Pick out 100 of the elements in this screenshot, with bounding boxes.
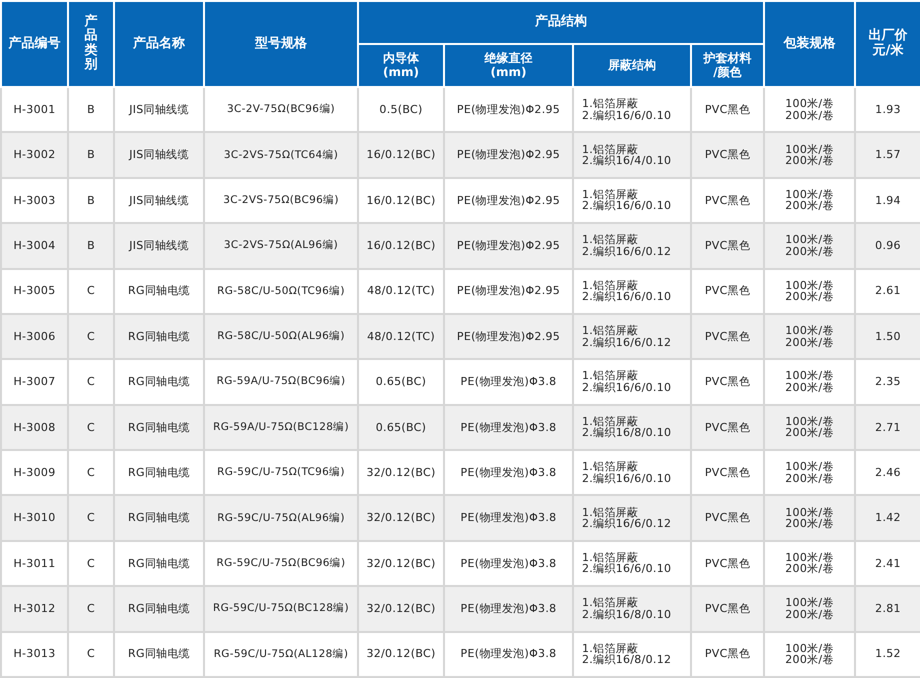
table-cell: PVC黑色 bbox=[691, 404, 764, 450]
table-cell: RG同轴电缆 bbox=[114, 540, 204, 586]
table-cell: H-3010 bbox=[1, 495, 68, 541]
table-cell: H-3011 bbox=[1, 540, 68, 586]
table-cell: RG同轴电缆 bbox=[114, 586, 204, 632]
cell-line: 100米/卷 bbox=[785, 597, 834, 609]
table-cell: C bbox=[68, 632, 114, 677]
table-cell: C bbox=[68, 540, 114, 586]
cell-line: 2.编织16/8/0.10 bbox=[582, 608, 672, 620]
column-header: (mm) bbox=[383, 66, 419, 80]
table-cell: 16/0.12(BC) bbox=[358, 223, 444, 268]
table-cell: RG-58C/U-50Ω(TC96编) bbox=[204, 268, 358, 314]
table-cell: JIS同轴线缆 bbox=[114, 87, 204, 132]
cell-line: 200米/卷 bbox=[785, 200, 834, 212]
cell-line: 1.铝箔屏蔽 bbox=[582, 144, 638, 156]
cell-line: 100米/卷 bbox=[785, 280, 834, 292]
table-cell: H-3013 bbox=[1, 632, 68, 677]
cell-line: 1.铝箔屏蔽 bbox=[582, 506, 638, 518]
table-cell: PE(物理发泡)Φ3.8 bbox=[444, 404, 573, 450]
table-cell: PVC黑色 bbox=[691, 540, 764, 586]
cell-line: 2.编织16/8/0.10 bbox=[582, 427, 672, 439]
table-cell: PE(物理发泡)Φ3.8 bbox=[444, 495, 573, 541]
cell-line: 1.铝箔屏蔽 bbox=[582, 234, 638, 246]
cell-line: 1.铝箔屏蔽 bbox=[582, 370, 638, 382]
table-cell: H-3008 bbox=[1, 404, 68, 450]
table-cell: PVC黑色 bbox=[691, 314, 764, 360]
table-cell: PVC黑色 bbox=[691, 87, 764, 132]
table-cell: H-3006 bbox=[1, 314, 68, 360]
cell-line: 1.铝箔屏蔽 bbox=[582, 280, 638, 292]
table-cell: 1.57 bbox=[855, 132, 920, 178]
cell-line: 2.编织16/8/0.12 bbox=[582, 654, 672, 666]
table-cell: 2.41 bbox=[855, 540, 920, 586]
table-cell: RG同轴电缆 bbox=[114, 632, 204, 677]
table-cell: 3C-2VS-75Ω(BC96编) bbox=[204, 178, 358, 224]
table-cell: 16/0.12(BC) bbox=[358, 132, 444, 178]
table-cell: JIS同轴线缆 bbox=[114, 223, 204, 268]
table-cell: PVC黑色 bbox=[691, 132, 764, 178]
table-cell: PVC黑色 bbox=[691, 223, 764, 268]
column-header: 元/米 bbox=[872, 44, 904, 59]
table-cell: H-3012 bbox=[1, 586, 68, 632]
table-cell: 32/0.12(BC) bbox=[358, 450, 444, 496]
table-cell: 1.52 bbox=[855, 632, 920, 677]
column-header: 产品类别 bbox=[68, 1, 114, 87]
table-cell: 0.96 bbox=[855, 223, 920, 268]
column-header: 内导体 bbox=[383, 52, 419, 66]
table-cell: 3C-2VS-75Ω(TC64编) bbox=[204, 132, 358, 178]
table-cell: RG同轴电缆 bbox=[114, 450, 204, 496]
table-cell: 1.50 bbox=[855, 314, 920, 360]
table-cell: RG-59C/U-75Ω(AL96编) bbox=[204, 495, 358, 541]
table-cell: PE(物理发泡)Φ2.95 bbox=[444, 87, 573, 132]
column-header: 包装规格 bbox=[764, 1, 855, 87]
table-cell: B bbox=[68, 223, 114, 268]
cell-line: 100米/卷 bbox=[785, 144, 834, 156]
table-cell: C bbox=[68, 495, 114, 541]
column-header: 产品名称 bbox=[114, 1, 204, 87]
table-cell: 1.42 bbox=[855, 495, 920, 541]
column-header: 型号规格 bbox=[204, 1, 358, 87]
table-cell: C bbox=[68, 450, 114, 496]
cell-line: 2.编织16/6/0.12 bbox=[582, 518, 672, 530]
cell-line: 100米/卷 bbox=[785, 188, 834, 200]
table-cell: RG同轴电缆 bbox=[114, 404, 204, 450]
table-cell: C bbox=[68, 314, 114, 360]
table-cell: 32/0.12(BC) bbox=[358, 540, 444, 586]
table-cell: 0.65(BC) bbox=[358, 404, 444, 450]
cell-line: 100米/卷 bbox=[785, 416, 834, 428]
column-header: 绝缘直径 bbox=[484, 52, 532, 66]
cell-line: 200米/卷 bbox=[785, 246, 834, 258]
table-cell: 32/0.12(BC) bbox=[358, 586, 444, 632]
table-cell: 16/0.12(BC) bbox=[358, 178, 444, 224]
table-cell: C bbox=[68, 404, 114, 450]
table-cell: H-3001 bbox=[1, 87, 68, 132]
cell-line: 1.铝箔屏蔽 bbox=[582, 325, 638, 337]
table-cell: RG-58C/U-50Ω(AL96编) bbox=[204, 314, 358, 360]
cell-line: 100米/卷 bbox=[785, 325, 834, 337]
table-cell: 0.5(BC) bbox=[358, 87, 444, 132]
table-cell: PVC黑色 bbox=[691, 359, 764, 405]
cell-line: 200米/卷 bbox=[785, 291, 834, 303]
cell-line: 2.编织16/4/0.10 bbox=[582, 155, 672, 167]
table-cell: PE(物理发泡)Φ2.95 bbox=[444, 268, 573, 314]
table-cell: 2.61 bbox=[855, 268, 920, 314]
cell-line: 1.铝箔屏蔽 bbox=[582, 188, 638, 200]
table-cell: PE(物理发泡)Φ2.95 bbox=[444, 223, 573, 268]
table-cell: PE(物理发泡)Φ3.8 bbox=[444, 359, 573, 405]
cell-line: 2.编织16/6/0.10 bbox=[582, 472, 672, 484]
cell-line: 200米/卷 bbox=[785, 382, 834, 394]
table-cell: 48/0.12(TC) bbox=[358, 314, 444, 360]
cell-line: 1.铝箔屏蔽 bbox=[582, 552, 638, 564]
table-cell: 2.71 bbox=[855, 404, 920, 450]
table-cell: C bbox=[68, 586, 114, 632]
column-header: 出厂价 bbox=[868, 29, 908, 44]
table-cell: 1.93 bbox=[855, 87, 920, 132]
column-header: (mm) bbox=[490, 66, 526, 80]
table-cell: PE(物理发泡)Φ2.95 bbox=[444, 132, 573, 178]
cell-line: 200米/卷 bbox=[785, 336, 834, 348]
table-cell: PE(物理发泡)Φ3.8 bbox=[444, 586, 573, 632]
cell-line: 1.铝箔屏蔽 bbox=[582, 98, 638, 110]
cell-line: 100米/卷 bbox=[785, 506, 834, 518]
table-cell: PE(物理发泡)Φ3.8 bbox=[444, 450, 573, 496]
table-cell: RG同轴电缆 bbox=[114, 359, 204, 405]
cell-line: 2.编织16/6/0.10 bbox=[582, 110, 672, 122]
